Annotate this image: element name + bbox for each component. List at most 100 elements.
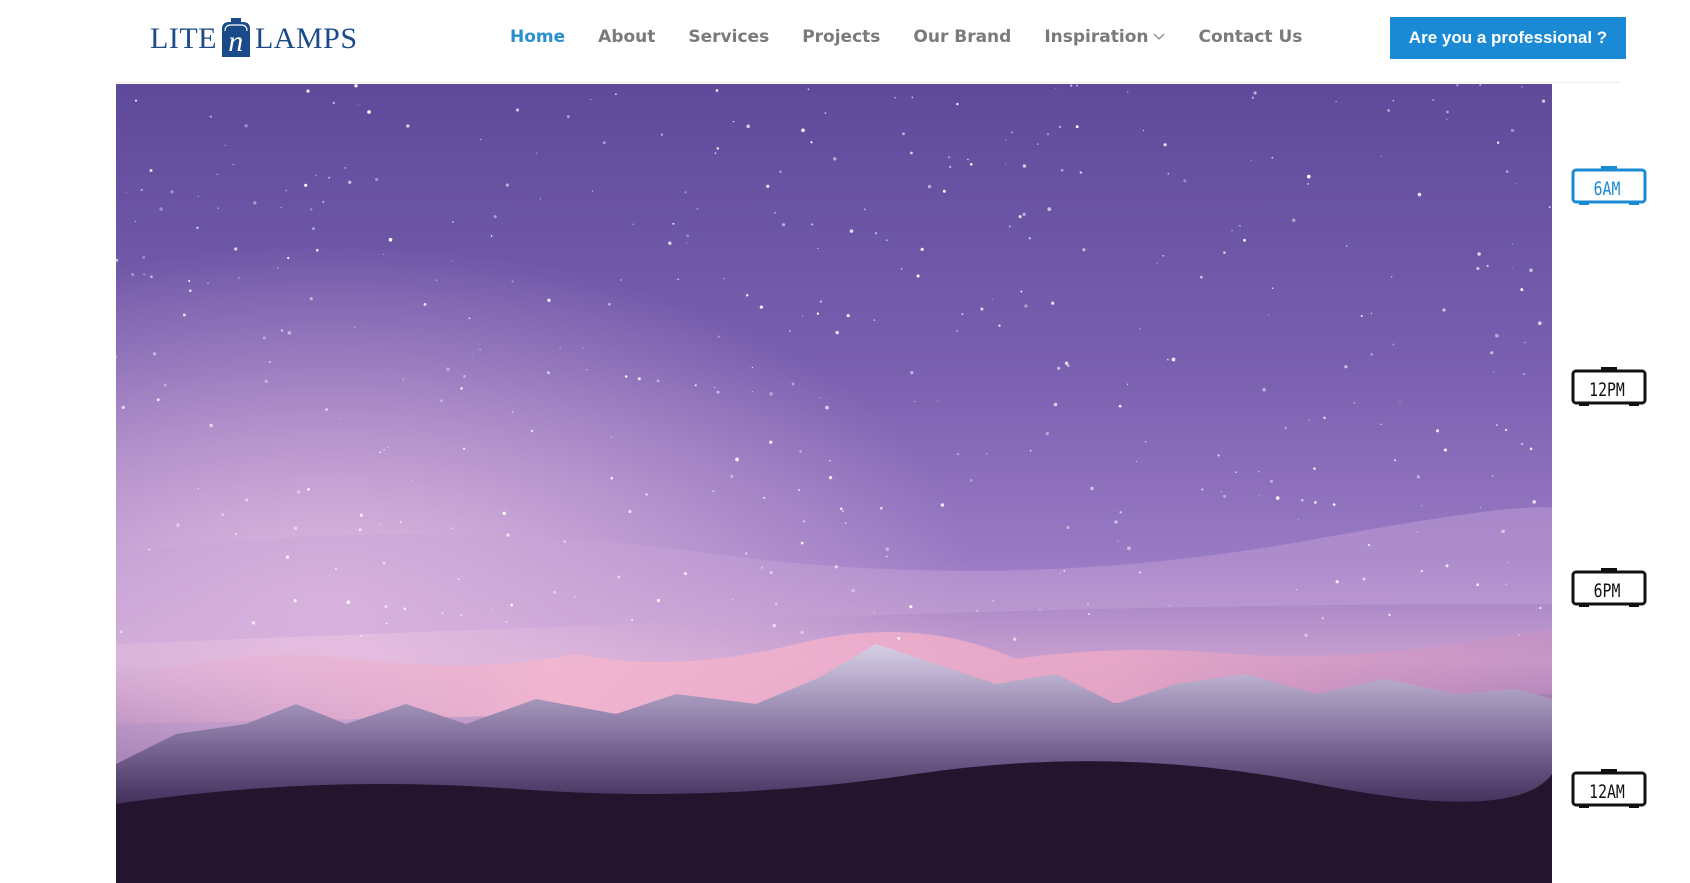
star	[1270, 479, 1273, 483]
nav-home[interactable]: Home	[510, 27, 565, 47]
star	[1313, 467, 1316, 470]
star	[1520, 288, 1524, 292]
star	[170, 190, 174, 194]
star	[1390, 276, 1393, 278]
star	[216, 173, 218, 176]
star	[801, 128, 805, 133]
star	[1446, 110, 1449, 114]
star	[1114, 520, 1118, 524]
brand-logo[interactable]: LITE n LAMPS	[150, 14, 358, 64]
star	[293, 526, 298, 530]
nav-projects[interactable]: Projects	[802, 27, 880, 47]
star	[1442, 308, 1446, 312]
star	[1119, 511, 1122, 514]
star	[637, 377, 641, 381]
star	[798, 489, 800, 491]
brand-logo-right: LAMPS	[254, 22, 358, 55]
star	[807, 88, 810, 90]
nav-inspiration[interactable]: Inspiration	[1044, 27, 1165, 47]
star	[209, 423, 213, 428]
star	[188, 280, 191, 282]
time-option-label: 6PM	[1593, 580, 1621, 602]
nav-our-brand[interactable]: Our Brand	[913, 27, 1011, 47]
star	[1332, 503, 1336, 506]
star	[833, 157, 837, 161]
star	[315, 248, 319, 252]
star	[745, 293, 749, 297]
star	[819, 300, 822, 303]
star	[152, 352, 157, 356]
site-header: LITE n LAMPS Home About Services Project…	[0, 0, 1690, 83]
star	[956, 452, 960, 456]
star	[224, 144, 227, 147]
star	[769, 571, 773, 574]
star	[1139, 571, 1142, 574]
star	[1523, 373, 1526, 376]
star	[686, 242, 688, 244]
star	[1456, 84, 1459, 87]
star	[801, 315, 804, 317]
star	[359, 634, 362, 638]
time-option-12am[interactable]: 12AM	[1569, 767, 1649, 813]
star	[1323, 416, 1326, 419]
star	[121, 405, 125, 409]
star	[751, 391, 753, 393]
star	[451, 220, 454, 223]
star	[1541, 99, 1546, 103]
star	[235, 532, 238, 535]
time-option-6pm[interactable]: 6PM	[1569, 566, 1649, 612]
star	[460, 386, 464, 390]
star	[463, 375, 466, 378]
star	[264, 379, 269, 384]
star	[1308, 419, 1310, 421]
star	[563, 540, 566, 543]
star	[1486, 264, 1489, 268]
time-option-12pm[interactable]: 12PM	[1569, 365, 1649, 411]
star	[1200, 275, 1203, 279]
star	[717, 335, 720, 338]
star	[515, 108, 520, 112]
star	[961, 313, 964, 315]
star	[1070, 84, 1073, 87]
star	[1022, 164, 1027, 168]
star	[325, 408, 328, 411]
star	[992, 600, 994, 602]
star	[723, 277, 725, 280]
star	[631, 619, 634, 622]
star	[293, 599, 297, 603]
star	[914, 400, 916, 403]
nav-contact-us[interactable]: Contact Us	[1198, 27, 1302, 47]
star	[986, 453, 988, 455]
star	[491, 609, 493, 611]
time-option-6am[interactable]: 6AM	[1569, 164, 1649, 210]
star	[1118, 404, 1122, 408]
nav-services[interactable]: Services	[688, 27, 769, 47]
star	[559, 347, 561, 350]
star	[1167, 173, 1169, 175]
star	[1362, 577, 1366, 581]
star	[772, 623, 777, 628]
star	[1139, 327, 1141, 330]
nav-about[interactable]: About	[598, 27, 655, 47]
star	[628, 509, 632, 514]
star	[1162, 254, 1165, 257]
star	[402, 378, 405, 381]
star	[849, 229, 854, 233]
star	[751, 366, 754, 369]
professional-button[interactable]: Are you a professional ?	[1390, 17, 1626, 59]
star	[1420, 505, 1423, 507]
star	[845, 522, 847, 524]
star	[1380, 155, 1382, 158]
star	[382, 561, 386, 565]
star	[1156, 262, 1158, 264]
star	[1510, 128, 1515, 133]
star	[375, 177, 379, 182]
star	[715, 89, 719, 92]
star	[1306, 174, 1311, 179]
star	[384, 605, 388, 609]
star	[344, 166, 347, 169]
star	[763, 496, 766, 499]
star	[1171, 357, 1176, 362]
star	[732, 598, 734, 601]
star	[1514, 182, 1517, 185]
